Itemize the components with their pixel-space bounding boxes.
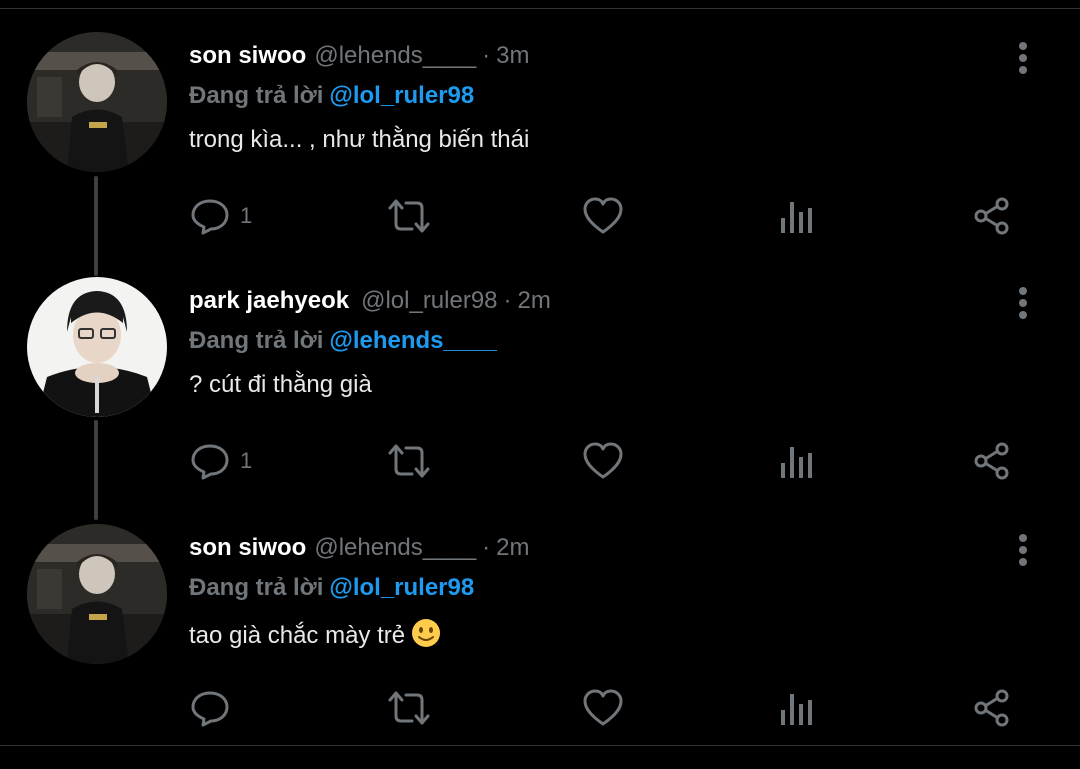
replying-to-label: Đang trả lời [189,82,324,109]
replying-to: Đang trả lời @lol_ruler98 [189,82,474,110]
reply-count: 1 [240,448,253,473]
tweet-header: son siwoo @lehends____ · 2m [189,534,530,562]
more-options-button[interactable] [1008,283,1038,323]
user-handle[interactable]: @lol_ruler98 [361,287,497,314]
replying-to: Đang trả lời @lehends____ [189,327,497,355]
more-options-icon [1019,42,1027,74]
replying-to: Đang trả lời @lol_ruler98 [189,574,474,602]
retweet-icon [388,199,430,233]
reply-count: 1 [240,203,253,228]
display-name[interactable]: son siwoo [189,42,306,69]
heart-icon [583,442,623,479]
reply-icon [191,444,229,480]
avatar[interactable] [27,524,167,664]
tweet-text: tao già chắc mày trẻ [189,622,406,649]
views-button[interactable] [778,686,816,730]
more-options-button[interactable] [1008,38,1038,78]
reply-icon [191,199,229,235]
views-button[interactable] [778,439,816,483]
heart-icon [583,689,623,726]
share-button[interactable] [972,439,1012,483]
tweet[interactable]: son siwoo @lehends____ · 3m Đang trả lời @lo… [0,32,1080,277]
tweet-text-container: tao già chắc mày trẻ [189,618,441,655]
tweet-text: trong kìa... , như thằng biến thái [189,126,530,153]
user-handle[interactable]: @lehends____ [314,534,476,561]
retweet-icon [388,444,430,478]
retweet-button[interactable] [386,686,432,730]
tweet[interactable]: son siwoo @lehends____ · 2m Đang trả lời @lo… [0,524,1080,769]
display-name[interactable]: park jaehyeok [189,287,349,314]
like-button[interactable] [582,439,624,483]
tweet-header: son siwoo @lehends____ · 3m [189,42,530,70]
replying-to-label: Đang trả lời [189,327,324,354]
reply-icon [191,691,229,727]
retweet-button[interactable] [386,194,432,238]
avatar[interactable] [27,277,167,417]
replying-to-label: Đang trả lời [189,574,324,601]
like-button[interactable] [582,686,624,730]
more-options-icon [1019,534,1027,566]
heart-icon [583,197,623,234]
display-name[interactable]: son siwoo [189,534,306,561]
user-handle[interactable]: @lehends____ [314,42,476,69]
reply-button[interactable] [190,686,240,730]
timestamp[interactable]: 2m [496,534,529,561]
slightly-smiling-face-icon [411,618,441,655]
share-icon [974,197,1009,235]
dot-separator: · [503,287,512,314]
more-options-button[interactable] [1008,530,1038,570]
mention-link[interactable]: @lol_ruler98 [329,574,474,601]
share-button[interactable] [972,194,1012,238]
share-button[interactable] [972,686,1012,730]
analytics-icon [781,447,812,478]
tweet-header: park jaehyeok @lol_ruler98 · 2m [189,287,551,315]
tweet[interactable]: park jaehyeok @lol_ruler98 · 2m Đang trả lờ… [0,277,1080,522]
bottom-divider [0,745,1080,746]
share-icon [974,689,1009,727]
reply-button[interactable]: 1 [190,194,252,238]
mention-link[interactable]: @lol_ruler98 [329,82,474,109]
retweet-icon [388,691,430,725]
mention-link[interactable]: @lehends____ [329,327,496,354]
analytics-icon [781,694,812,725]
tweet-text: ? cút đi thằng già [189,371,372,398]
timestamp[interactable]: 2m [518,287,551,314]
more-options-icon [1019,287,1027,319]
share-icon [974,442,1009,480]
dot-separator: · [482,534,491,561]
retweet-button[interactable] [386,439,432,483]
top-divider [0,8,1080,9]
reply-button[interactable]: 1 [190,439,252,483]
dot-separator: · [482,42,491,69]
like-button[interactable] [582,194,624,238]
views-button[interactable] [778,194,816,238]
avatar[interactable] [27,32,167,172]
timestamp[interactable]: 3m [496,42,529,69]
analytics-icon [781,202,812,233]
